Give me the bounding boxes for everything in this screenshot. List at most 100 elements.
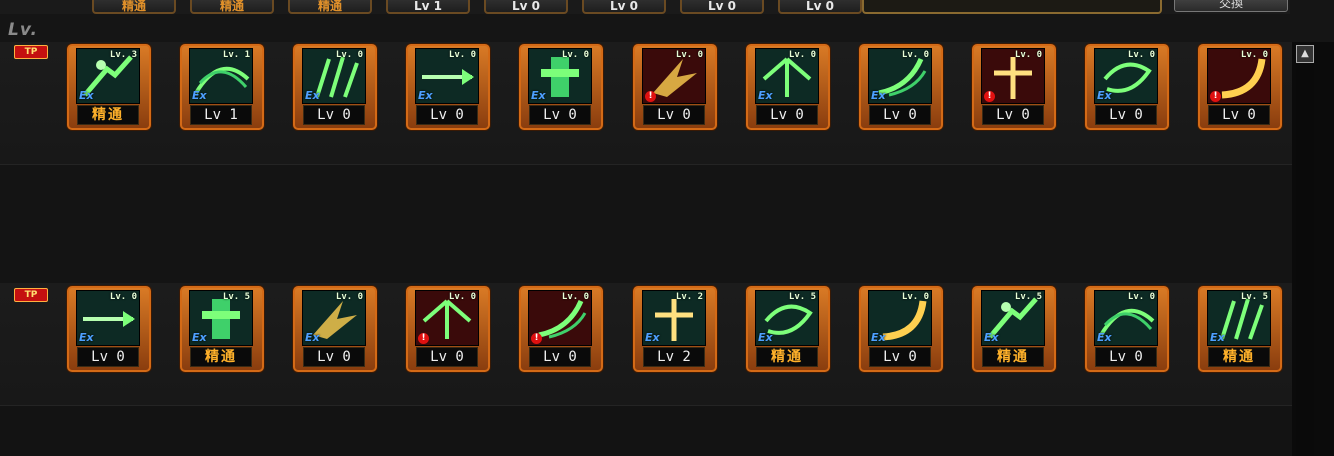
ex-icon: Ex <box>645 331 660 344</box>
skill-slot[interactable]: Lv. 0 Ex Lv 0 <box>406 44 490 130</box>
skill-level-label: Lv 0 <box>529 347 591 367</box>
ex-icon: Ex <box>1097 331 1112 344</box>
empty-bottom-band <box>0 406 1292 456</box>
scroll-up-button[interactable]: ▲ <box>1296 45 1314 63</box>
skill-level-tag: Lv. 1 <box>222 50 250 60</box>
ex-icon: Ex <box>305 89 320 102</box>
flame-burst-icon[interactable]: Lv. 0! <box>642 48 706 104</box>
diagonal-blades-icon[interactable]: Lv. 0 Ex <box>1094 290 1158 346</box>
skill-slot[interactable]: Lv. 1 Ex Lv 1 <box>180 44 264 130</box>
skill-level-label: 精通 <box>190 347 252 367</box>
ex-icon: Ex <box>192 89 207 102</box>
skill-slot[interactable]: Lv. 0! Lv 0 <box>633 44 717 130</box>
skill-level-label: 精通 <box>982 347 1044 367</box>
ex-icon: Ex <box>758 331 773 344</box>
top-skill-tab-3[interactable]: 精通 <box>288 0 372 14</box>
skill-level-tag: Lv. 0 <box>901 292 929 302</box>
skill-level-label: Lv 0 <box>416 105 478 125</box>
burst-spike-icon[interactable]: Lv. 0 Ex <box>76 290 140 346</box>
skill-level-tag: Lv. 0 <box>1127 292 1155 302</box>
triple-slash-icon[interactable]: Lv. 0 Ex <box>302 48 366 104</box>
exchange-button[interactable]: 交換 <box>1174 0 1288 12</box>
horizontal-slash-icon[interactable]: Lv. 5 Ex <box>189 290 253 346</box>
ex-icon: Ex <box>1210 331 1225 344</box>
skill-slot[interactable]: Lv. 0 Ex Lv 0 <box>1085 44 1169 130</box>
skill-slot[interactable]: Lv. 0! Lv 0 <box>406 286 490 372</box>
top-skill-tab-7[interactable]: Lv 0 <box>680 0 764 14</box>
skill-level-tag: Lv. 0 <box>1014 50 1042 60</box>
sword-combo-icon[interactable]: Lv. 0! <box>415 290 479 346</box>
ring-slash-icon[interactable]: Lv. 5 Ex <box>981 290 1045 346</box>
gale-strike-icon[interactable]: Lv. 0 Ex <box>868 290 932 346</box>
skill-slot[interactable]: Lv. 3 Ex 精通 <box>67 44 151 130</box>
skill-slot[interactable]: Lv. 0 Ex Lv 0 <box>293 286 377 372</box>
skill-slot[interactable]: Lv. 0 Ex Lv 0 <box>293 44 377 130</box>
cross-guard-icon[interactable]: Lv. 0! <box>528 290 592 346</box>
skill-level-tag: Lv. 0 <box>788 50 816 60</box>
top-skill-tab-5[interactable]: Lv 0 <box>484 0 568 14</box>
skill-slot[interactable]: Lv. 0! Lv 0 <box>519 286 603 372</box>
curved-blade-icon[interactable]: Lv. 0 Ex <box>302 290 366 346</box>
skill-slot[interactable]: Lv. 0 Ex Lv 0 <box>859 44 943 130</box>
skill-level-label: 精通 <box>77 105 139 125</box>
skill-slot[interactable]: Lv. 5 Ex 精通 <box>1198 286 1282 372</box>
skill-level-tag: Lv. 0 <box>335 292 363 302</box>
tp-badge-row-1: TP <box>14 45 48 59</box>
cross-spark-icon[interactable]: Lv. 0! <box>981 48 1045 104</box>
ex-icon: Ex <box>984 331 999 344</box>
skill-level-label: Lv 0 <box>869 105 931 125</box>
winged-blade-icon[interactable]: Lv. 0 Ex <box>755 48 819 104</box>
top-skill-tab-6[interactable]: Lv 0 <box>582 0 666 14</box>
crescent-arc-icon[interactable]: Lv. 2 Ex <box>642 290 706 346</box>
skill-slot[interactable]: Lv. 0 Ex Lv 0 <box>1085 286 1169 372</box>
cross-shield-icon[interactable]: Lv. 0 Ex <box>528 48 592 104</box>
skill-slot[interactable]: Lv. 5 Ex 精通 <box>746 286 830 372</box>
skill-level-tag: Lv. 0 <box>1127 50 1155 60</box>
skill-level-label: Lv 1 <box>190 105 252 125</box>
skill-slot[interactable]: Lv. 5 Ex 精通 <box>180 286 264 372</box>
spiral-slash-icon[interactable]: Lv. 0 Ex <box>1094 48 1158 104</box>
skill-level-tag: Lv. 0 <box>448 292 476 302</box>
ex-icon: Ex <box>531 89 546 102</box>
scrollbar-track[interactable] <box>1296 63 1314 456</box>
skill-level-tag: Lv. 5 <box>788 292 816 302</box>
skill-slot[interactable]: Lv. 0 Ex Lv 0 <box>746 44 830 130</box>
skill-level-tag: Lv. 0 <box>901 50 929 60</box>
top-skill-tab-2[interactable]: 精通 <box>190 0 274 14</box>
skill-level-label: Lv 0 <box>982 105 1044 125</box>
sweeping-arc-icon[interactable]: Lv. 5 Ex <box>1207 290 1271 346</box>
skill-level-tag: Lv. 5 <box>222 292 250 302</box>
sword-thrust-icon[interactable]: Lv. 0 Ex <box>415 48 479 104</box>
skill-level-label: Lv 0 <box>303 347 365 367</box>
skill-slot[interactable]: Lv. 0 Ex Lv 0 <box>67 286 151 372</box>
claw-slash-icon[interactable]: Lv. 1 Ex <box>189 48 253 104</box>
warning-icon: ! <box>984 91 995 102</box>
skill-level-label: Lv 0 <box>1095 105 1157 125</box>
skill-level-label: Lv 0 <box>1095 347 1157 367</box>
top-skill-tab-4[interactable]: Lv 1 <box>386 0 470 14</box>
crescent-icon[interactable]: Lv. 0! <box>1207 48 1271 104</box>
skill-level-label: 精通 <box>756 347 818 367</box>
skill-level-tag: Lv. 0 <box>561 50 589 60</box>
skill-level-tag: Lv. 0 <box>335 50 363 60</box>
skill-level-tag: Lv. 0 <box>109 292 137 302</box>
skill-slot[interactable]: Lv. 0! Lv 0 <box>972 44 1056 130</box>
skill-level-label: Lv 0 <box>869 347 931 367</box>
skill-slot[interactable]: Lv. 0! Lv 0 <box>1198 44 1282 130</box>
top-skill-tab-8[interactable]: Lv 0 <box>778 0 862 14</box>
skill-slot[interactable]: Lv. 2 Ex Lv 2 <box>633 286 717 372</box>
skill-slot[interactable]: Lv. 0 Ex Lv 0 <box>859 286 943 372</box>
ex-icon: Ex <box>79 89 94 102</box>
skill-level-tag: Lv. 5 <box>1240 292 1268 302</box>
skill-level-label: Lv 0 <box>303 105 365 125</box>
wind-wave-icon[interactable]: Lv. 0 Ex <box>868 48 932 104</box>
skill-level-label: Lv 0 <box>416 347 478 367</box>
figure-strike-icon[interactable]: Lv. 3 Ex <box>76 48 140 104</box>
beast-head-icon[interactable]: Lv. 5 Ex <box>755 290 819 346</box>
top-slot-group[interactable] <box>862 0 1162 14</box>
top-skill-tab-1[interactable]: 精通 <box>92 0 176 14</box>
skill-slot[interactable]: Lv. 5 Ex 精通 <box>972 286 1056 372</box>
warning-icon: ! <box>645 91 656 102</box>
skill-level-label: Lv 0 <box>1208 105 1270 125</box>
skill-slot[interactable]: Lv. 0 Ex Lv 0 <box>519 44 603 130</box>
